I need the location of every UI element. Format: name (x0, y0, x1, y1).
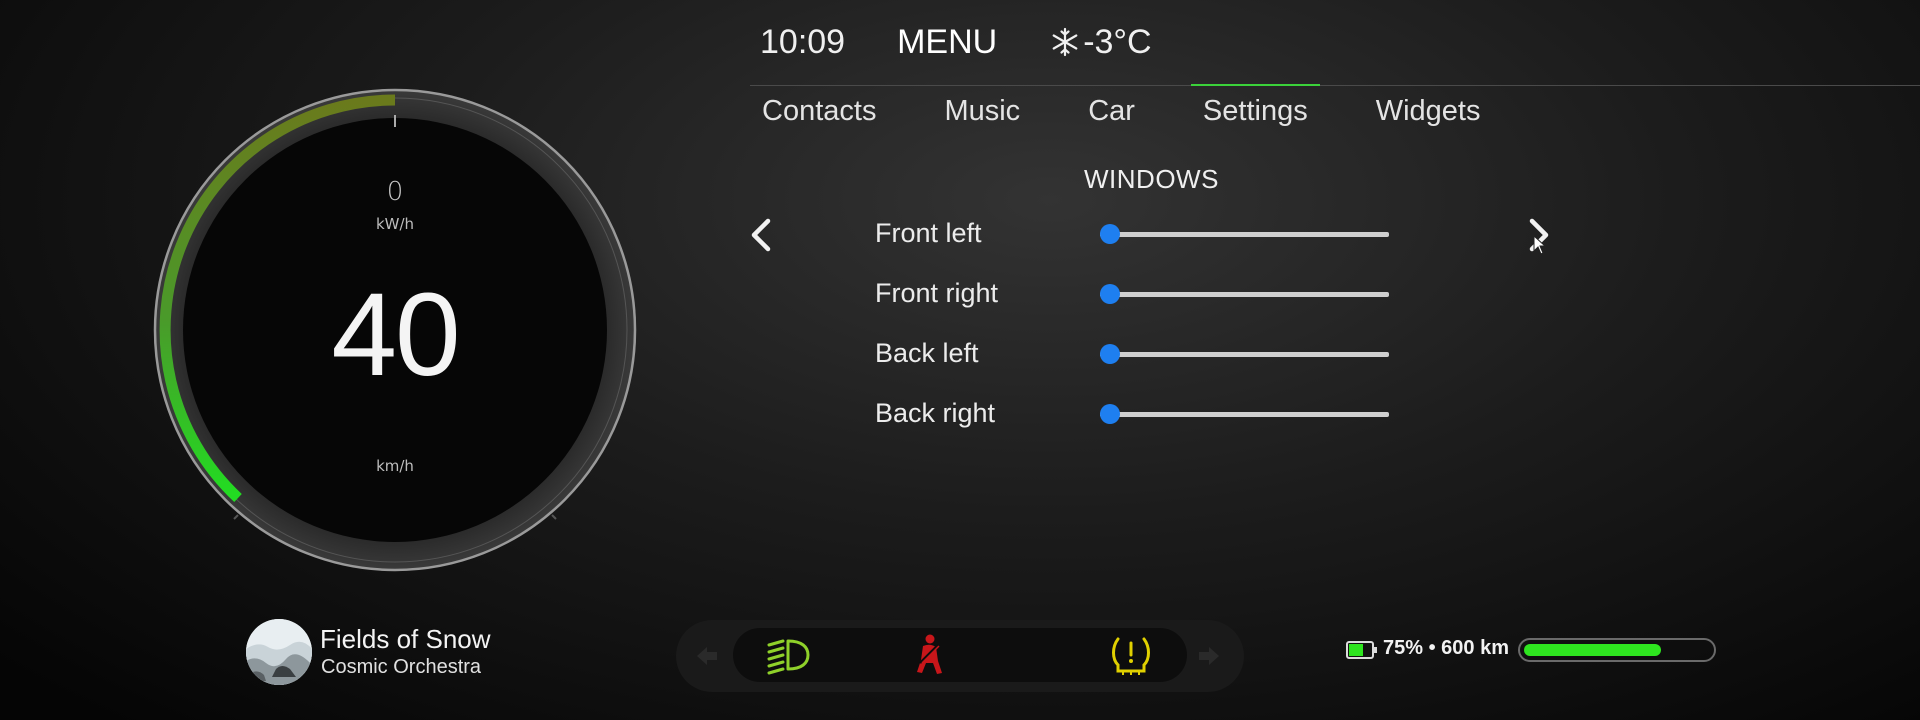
song-artist: Cosmic Orchestra (321, 656, 482, 678)
album-art[interactable] (246, 619, 312, 685)
seatbelt-warning-icon (917, 634, 942, 674)
power-unit: kW/h (375, 215, 415, 233)
top-bar: 10:09 MENU -3°C (760, 20, 1152, 64)
slider-track (1100, 232, 1389, 237)
window-row-back-right: Back right (875, 394, 1395, 434)
previous-page-button[interactable] (744, 213, 780, 257)
back-right-window-slider[interactable] (1100, 394, 1389, 434)
window-row-front-left: Front left (875, 214, 1395, 254)
window-label: Front left (875, 218, 982, 248)
front-left-window-slider[interactable] (1100, 214, 1389, 254)
temperature: -3°C (1083, 22, 1152, 61)
slider-track (1100, 292, 1389, 297)
turn-signal-right-icon (1199, 647, 1219, 665)
tab-widgets[interactable]: Widgets (1364, 86, 1493, 136)
battery-range: 75% • 600 km (1383, 637, 1509, 659)
speedometer-gauge: 0 kW/h 40 km/h (150, 85, 640, 575)
battery-icon (1346, 641, 1377, 659)
clock: 10:09 (760, 22, 846, 61)
album-art-image (246, 619, 312, 685)
battery-level-fill (1524, 644, 1661, 656)
window-label: Front right (875, 278, 999, 308)
headlight-icon (767, 639, 810, 675)
tire-pressure-icon (1112, 637, 1150, 675)
slider-thumb[interactable] (1100, 404, 1120, 424)
tab-bar: Contacts Music Car Settings Widgets (750, 84, 1493, 136)
power-value: 0 (386, 177, 404, 207)
slider-track (1100, 412, 1389, 417)
slider-track (1100, 352, 1389, 357)
snowflake-icon (1052, 27, 1078, 57)
turn-signal-left-icon (697, 647, 717, 665)
chevron-left-icon (751, 218, 771, 252)
speed-value: 40 (331, 269, 460, 401)
slider-thumb[interactable] (1100, 224, 1120, 244)
back-left-window-slider[interactable] (1100, 334, 1389, 374)
section-title: WINDOWS (1084, 164, 1219, 194)
tab-car[interactable]: Car (1076, 86, 1147, 136)
mouse-pointer-icon (1533, 235, 1547, 255)
slider-thumb[interactable] (1100, 344, 1120, 364)
tab-contacts[interactable]: Contacts (750, 86, 888, 136)
front-right-window-slider[interactable] (1100, 274, 1389, 314)
battery-level-bar (1518, 638, 1716, 662)
window-row-back-left: Back left (875, 334, 1395, 374)
window-label: Back right (875, 398, 996, 428)
speed-unit: km/h (376, 457, 414, 475)
song-title: Fields of Snow (320, 624, 491, 654)
tab-settings[interactable]: Settings (1190, 84, 1320, 136)
tab-music[interactable]: Music (932, 86, 1032, 136)
window-label: Back left (875, 338, 979, 368)
weather-readout: -3°C (1049, 22, 1152, 62)
window-row-front-right: Front right (875, 274, 1395, 314)
menu-button[interactable]: MENU (897, 23, 997, 62)
slider-thumb[interactable] (1100, 284, 1120, 304)
